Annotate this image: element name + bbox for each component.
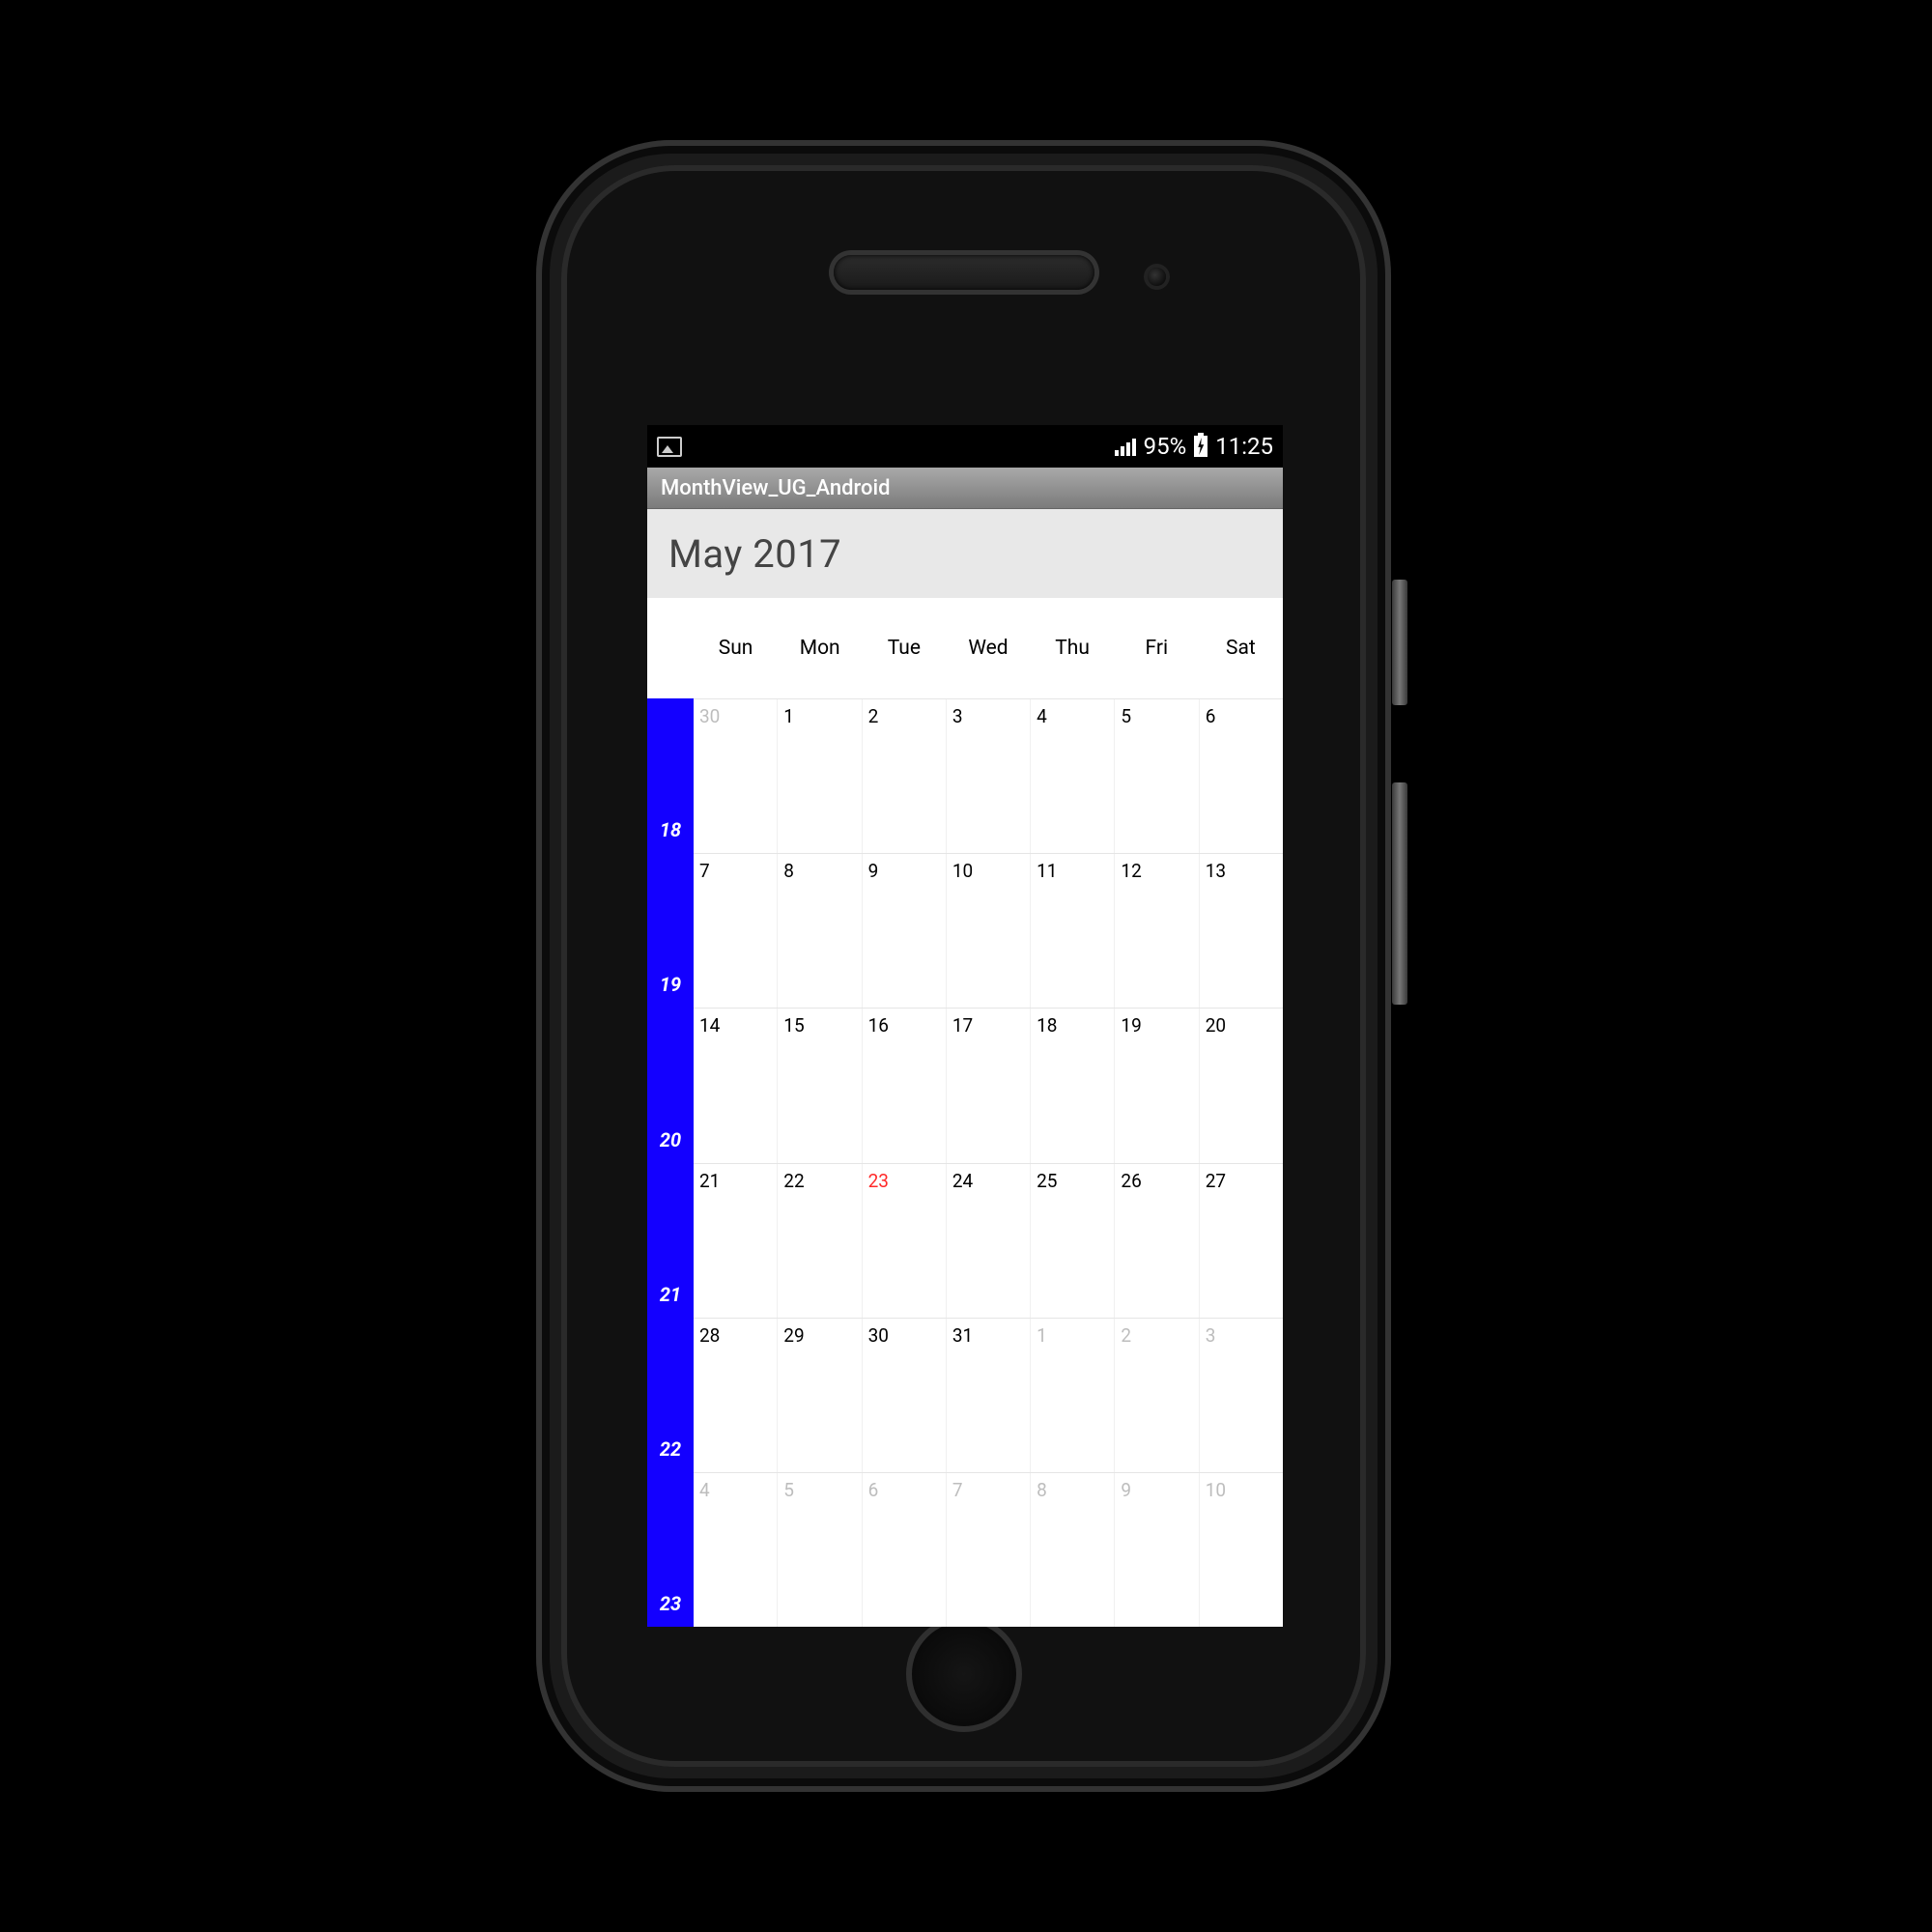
day-cell[interactable]: 22 — [778, 1164, 862, 1318]
month-label: May 2017 — [668, 531, 841, 577]
month-header[interactable]: May 2017 — [647, 509, 1283, 598]
power-button[interactable] — [1392, 580, 1407, 705]
front-camera — [1148, 268, 1166, 286]
day-cell[interactable]: 2 — [863, 699, 947, 853]
week-number-cell[interactable]: 22 — [647, 1318, 694, 1472]
volume-button[interactable] — [1392, 782, 1407, 1005]
calendar: 18 19 20 21 22 23 Sun Mon Tue Wed Thu Fr… — [647, 598, 1283, 1627]
clock: 11:25 — [1215, 433, 1273, 460]
day-cell[interactable]: 28 — [694, 1319, 778, 1472]
week-row: 78910111213 — [694, 853, 1283, 1008]
day-cell[interactable]: 8 — [778, 854, 862, 1008]
home-button[interactable] — [906, 1616, 1022, 1732]
week-row: 14151617181920 — [694, 1008, 1283, 1162]
day-cell[interactable]: 14 — [694, 1009, 778, 1162]
day-cell[interactable]: 6 — [1200, 699, 1283, 853]
week-number-label: 20 — [660, 1128, 681, 1151]
day-cell[interactable]: 16 — [863, 1009, 947, 1162]
day-cell[interactable]: 29 — [778, 1319, 862, 1472]
day-cell[interactable]: 23 — [863, 1164, 947, 1318]
week-number-column: 18 19 20 21 22 23 — [647, 598, 694, 1627]
day-cell[interactable]: 26 — [1115, 1164, 1199, 1318]
battery-charging-icon — [1194, 436, 1208, 457]
day-cell[interactable]: 24 — [947, 1164, 1031, 1318]
day-cell[interactable]: 5 — [778, 1473, 862, 1627]
day-cell[interactable]: 25 — [1031, 1164, 1115, 1318]
month-grid: Sun Mon Tue Wed Thu Fri Sat 301234567891… — [694, 598, 1283, 1627]
day-cell[interactable]: 20 — [1200, 1009, 1283, 1162]
day-cell[interactable]: 4 — [694, 1473, 778, 1627]
day-cell[interactable]: 1 — [778, 699, 862, 853]
day-header-tue: Tue — [862, 598, 946, 698]
week-number-header-spacer — [647, 598, 694, 698]
signal-icon — [1115, 437, 1136, 456]
day-cell[interactable]: 5 — [1115, 699, 1199, 853]
day-cell[interactable]: 19 — [1115, 1009, 1199, 1162]
day-cell[interactable]: 1 — [1031, 1319, 1115, 1472]
battery-percent: 95% — [1144, 433, 1187, 460]
day-cell[interactable]: 7 — [947, 1473, 1031, 1627]
day-cell[interactable]: 15 — [778, 1009, 862, 1162]
day-header-fri: Fri — [1115, 598, 1199, 698]
day-cell[interactable]: 9 — [1115, 1473, 1199, 1627]
day-header-mon: Mon — [778, 598, 862, 698]
day-header-row: Sun Mon Tue Wed Thu Fri Sat — [694, 598, 1283, 698]
day-cell[interactable]: 17 — [947, 1009, 1031, 1162]
week-number-label: 22 — [660, 1437, 681, 1461]
day-cell[interactable]: 10 — [947, 854, 1031, 1008]
app-title-bar: MonthView_UG_Android — [647, 468, 1283, 509]
day-cell[interactable]: 21 — [694, 1164, 778, 1318]
day-cell[interactable]: 4 — [1031, 699, 1115, 853]
day-cell[interactable]: 13 — [1200, 854, 1283, 1008]
screen: 95% 11:25 MonthView_UG_Android May 2017 … — [647, 425, 1283, 1627]
week-number-cell[interactable]: 20 — [647, 1008, 694, 1162]
day-cell[interactable]: 30 — [694, 699, 778, 853]
day-header-thu: Thu — [1031, 598, 1115, 698]
day-header-wed: Wed — [946, 598, 1030, 698]
day-cell[interactable]: 3 — [1200, 1319, 1283, 1472]
week-number-label: 23 — [660, 1592, 681, 1615]
speaker-grill — [834, 255, 1094, 290]
status-bar: 95% 11:25 — [647, 425, 1283, 468]
day-cell[interactable]: 12 — [1115, 854, 1199, 1008]
app-title: MonthView_UG_Android — [661, 476, 891, 500]
day-cell[interactable]: 31 — [947, 1319, 1031, 1472]
day-cell[interactable]: 6 — [863, 1473, 947, 1627]
week-row: 21222324252627 — [694, 1163, 1283, 1318]
day-cell[interactable]: 18 — [1031, 1009, 1115, 1162]
day-cell[interactable]: 2 — [1115, 1319, 1199, 1472]
week-number-cell[interactable]: 21 — [647, 1163, 694, 1318]
day-header-sun: Sun — [694, 598, 778, 698]
day-header-sat: Sat — [1199, 598, 1283, 698]
day-cell[interactable]: 27 — [1200, 1164, 1283, 1318]
screenshot-notification-icon — [657, 437, 682, 457]
week-number-cell[interactable]: 18 — [647, 698, 694, 853]
day-cell[interactable]: 9 — [863, 854, 947, 1008]
week-number-cell[interactable]: 19 — [647, 853, 694, 1008]
day-cell[interactable]: 10 — [1200, 1473, 1283, 1627]
week-number-cell[interactable]: 23 — [647, 1472, 694, 1627]
week-number-label: 19 — [660, 973, 681, 996]
week-row: 30123456 — [694, 698, 1283, 853]
day-cell[interactable]: 8 — [1031, 1473, 1115, 1627]
week-row: 28293031123 — [694, 1318, 1283, 1472]
week-number-label: 21 — [660, 1283, 681, 1306]
week-row: 45678910 — [694, 1472, 1283, 1627]
day-cell[interactable]: 30 — [863, 1319, 947, 1472]
day-cell[interactable]: 11 — [1031, 854, 1115, 1008]
day-cell[interactable]: 3 — [947, 699, 1031, 853]
week-number-label: 18 — [660, 818, 681, 841]
day-cell[interactable]: 7 — [694, 854, 778, 1008]
